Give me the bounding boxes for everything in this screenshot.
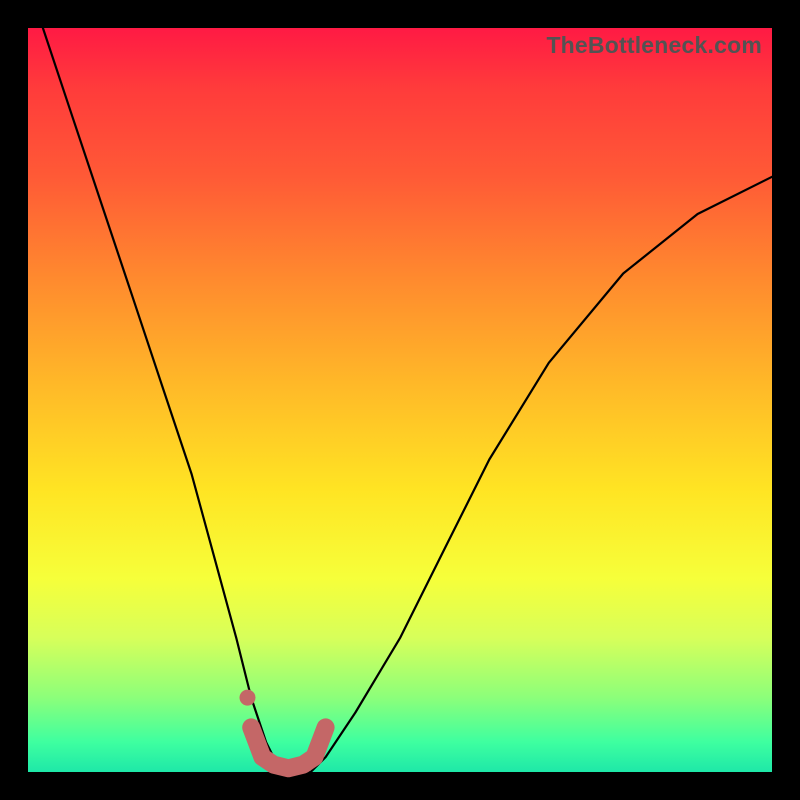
bottom-u-marker [251, 727, 325, 768]
marker-dot [240, 690, 256, 706]
bottleneck-curve [43, 28, 772, 772]
chart-svg [28, 28, 772, 772]
chart-frame: TheBottleneck.com [0, 0, 800, 800]
plot-area: TheBottleneck.com [28, 28, 772, 772]
